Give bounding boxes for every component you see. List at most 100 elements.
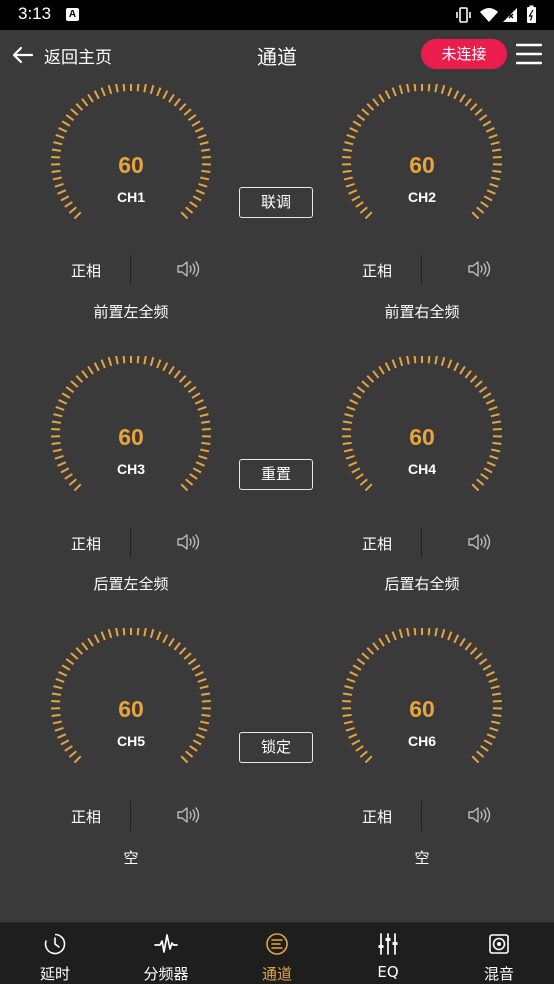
phase-toggle[interactable]: 正相 bbox=[337, 260, 417, 281]
gauge-tick bbox=[70, 380, 79, 388]
gauge-tick bbox=[191, 392, 201, 399]
speaker-mix-icon bbox=[489, 934, 509, 954]
reset-button[interactable]: 重置 bbox=[239, 459, 313, 490]
speaker-icon[interactable] bbox=[176, 805, 200, 825]
gauge-tick bbox=[346, 133, 356, 139]
gauge-tick bbox=[187, 114, 197, 122]
gauge-tick bbox=[191, 120, 201, 127]
gauge-ch6[interactable]: 60 CH6 bbox=[337, 628, 507, 778]
gauge-tick bbox=[344, 685, 354, 690]
gauge-tick bbox=[93, 90, 100, 100]
gauge-tick bbox=[107, 628, 113, 639]
gauge-tick bbox=[427, 356, 431, 364]
gauge-tick bbox=[474, 108, 483, 116]
gauge-tick bbox=[413, 84, 417, 92]
gauge-value: 60 bbox=[409, 152, 435, 178]
gauge-tick bbox=[68, 750, 77, 758]
gauge-ch1[interactable]: 60 CH1 bbox=[46, 84, 216, 234]
gauge-tick bbox=[87, 365, 94, 375]
phase-toggle[interactable]: 正相 bbox=[337, 533, 417, 554]
lock-button[interactable]: 锁定 bbox=[239, 732, 313, 763]
gauge-tick bbox=[100, 631, 106, 641]
gauge-tick bbox=[459, 637, 466, 647]
gauge-tick bbox=[469, 102, 478, 111]
gauge-tick bbox=[81, 370, 89, 379]
gauge-tick bbox=[198, 726, 208, 732]
nav-mix[interactable]: 混音 bbox=[444, 923, 554, 984]
gauge-tick bbox=[471, 483, 480, 492]
clock-icon bbox=[44, 933, 66, 955]
gauge-tick bbox=[398, 84, 404, 95]
menu-icon[interactable] bbox=[516, 42, 542, 66]
gauge-tick bbox=[359, 478, 368, 486]
gauge-tick bbox=[471, 211, 480, 220]
gauge-tick bbox=[406, 84, 410, 93]
gauge-tick bbox=[156, 87, 162, 97]
connection-status-button[interactable]: 未连接 bbox=[421, 39, 507, 69]
gauge-tick bbox=[434, 628, 438, 637]
speaker-icon[interactable] bbox=[467, 805, 491, 825]
gauge-tick bbox=[342, 692, 353, 696]
gauge-tick bbox=[352, 664, 362, 671]
nav-label: 延时 bbox=[39, 965, 70, 983]
gauge-tick bbox=[356, 386, 366, 394]
gauge-value: 60 bbox=[409, 696, 435, 722]
gauge-tick bbox=[378, 93, 385, 103]
phase-toggle[interactable]: 正相 bbox=[46, 806, 126, 827]
speaker-icon[interactable] bbox=[176, 259, 200, 279]
speaker-icon[interactable] bbox=[467, 532, 491, 552]
gauge-tick bbox=[180, 483, 189, 492]
gauge-tick bbox=[361, 652, 370, 660]
gauge-tick bbox=[162, 90, 169, 100]
gauge-tick bbox=[156, 359, 162, 369]
gauge-value: 60 bbox=[118, 152, 144, 178]
gauge-ch2[interactable]: 60 CH2 bbox=[337, 84, 507, 234]
speaker-icon[interactable] bbox=[467, 259, 491, 279]
gauge-ch3[interactable]: 60 CH3 bbox=[46, 356, 216, 506]
phase-toggle[interactable]: 正相 bbox=[46, 260, 126, 281]
gauge-tick bbox=[61, 664, 71, 671]
nav-channel[interactable]: 通道 bbox=[222, 923, 332, 984]
gauge-tick bbox=[178, 646, 187, 655]
link-button[interactable]: 联调 bbox=[239, 187, 313, 218]
gauge-tick bbox=[434, 84, 438, 93]
gauge-value: 60 bbox=[118, 696, 144, 722]
gauge-tick bbox=[447, 87, 453, 97]
gauge-tick bbox=[342, 148, 353, 152]
gauge-tick bbox=[75, 102, 84, 111]
gauge-channel-label: CH4 bbox=[407, 461, 436, 477]
speaker-icon[interactable] bbox=[176, 532, 200, 552]
gauge-tick bbox=[173, 370, 181, 379]
gauge-tick bbox=[107, 356, 113, 367]
gauge-tick bbox=[53, 413, 63, 418]
gauge-tick bbox=[434, 356, 438, 365]
divider bbox=[421, 528, 422, 558]
nav-crossover[interactable]: 分频器 bbox=[111, 923, 221, 984]
gauge-tick bbox=[345, 182, 355, 188]
gauge-tick bbox=[73, 483, 82, 492]
gauge-tick bbox=[344, 413, 354, 418]
gauge-tick bbox=[474, 380, 483, 388]
channel-name: 后置右全频 bbox=[384, 575, 460, 593]
channel-name: 空 bbox=[123, 849, 139, 867]
gauge-tick bbox=[361, 108, 370, 116]
nav-eq[interactable]: EQ bbox=[333, 923, 443, 984]
gauge-tick bbox=[476, 750, 485, 758]
gauge-tick bbox=[51, 148, 62, 152]
gauge-tick bbox=[372, 642, 380, 651]
gauge-tick bbox=[372, 370, 380, 379]
phase-toggle[interactable]: 正相 bbox=[46, 533, 126, 554]
phase-toggle[interactable]: 正相 bbox=[337, 806, 417, 827]
gauge-tick bbox=[75, 646, 84, 655]
gauge-tick bbox=[180, 211, 189, 220]
gauge-tick bbox=[100, 359, 106, 369]
gauge-tick bbox=[488, 133, 498, 139]
nav-delay[interactable]: 延时 bbox=[0, 923, 110, 984]
gauge-tick bbox=[366, 646, 375, 655]
gauge-ch4[interactable]: 60 CH4 bbox=[337, 356, 507, 506]
gauge-tick bbox=[459, 365, 466, 375]
gauge-tick bbox=[149, 628, 155, 639]
gauge-tick bbox=[81, 98, 89, 107]
gauge-ch5[interactable]: 60 CH5 bbox=[46, 628, 216, 778]
gauge-tick bbox=[65, 658, 75, 666]
